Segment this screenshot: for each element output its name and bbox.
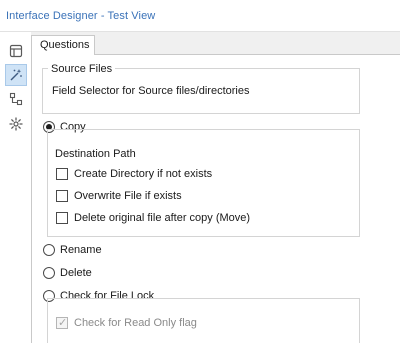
read-only-checkbox[interactable]: ✓ <box>56 317 68 329</box>
gear-icon <box>9 117 23 131</box>
checkmark-icon: ✓ <box>58 317 68 329</box>
delete-radio[interactable] <box>43 267 55 279</box>
destination-path-label: Destination Path <box>55 148 136 160</box>
overwrite-file-label[interactable]: Overwrite File if exists <box>74 190 182 202</box>
tab-questions-label: Questions <box>40 39 90 51</box>
tab-questions[interactable]: Questions <box>31 35 95 55</box>
read-only-label: Check for Read Only flag <box>74 317 197 329</box>
delete-original-label[interactable]: Delete original file after copy (Move) <box>74 212 250 224</box>
settings-button[interactable] <box>5 113 27 135</box>
delete-label[interactable]: Delete <box>60 267 92 279</box>
sidebar <box>0 32 31 343</box>
overwrite-file-checkbox[interactable] <box>56 190 68 202</box>
window-title: Interface Designer - Test View <box>6 10 156 22</box>
title-bar: Interface Designer - Test View <box>0 0 400 32</box>
questions-content: Source Files Field Selector for Source f… <box>31 54 400 343</box>
delete-original-checkbox[interactable] <box>56 212 68 224</box>
create-directory-label[interactable]: Create Directory if not exists <box>74 168 212 180</box>
source-files-title: Source Files <box>48 63 116 75</box>
rename-label[interactable]: Rename <box>60 244 102 256</box>
tree-structure-icon <box>9 92 23 106</box>
layout-view-button[interactable] <box>5 40 27 62</box>
rename-radio[interactable] <box>43 244 55 256</box>
layout-icon <box>9 44 23 58</box>
tree-view-button[interactable] <box>5 88 27 110</box>
magic-wand-icon <box>10 69 22 81</box>
source-files-selector[interactable]: Field Selector for Source files/director… <box>52 85 249 97</box>
create-directory-checkbox[interactable] <box>56 168 68 180</box>
test-view-button[interactable] <box>5 64 27 86</box>
